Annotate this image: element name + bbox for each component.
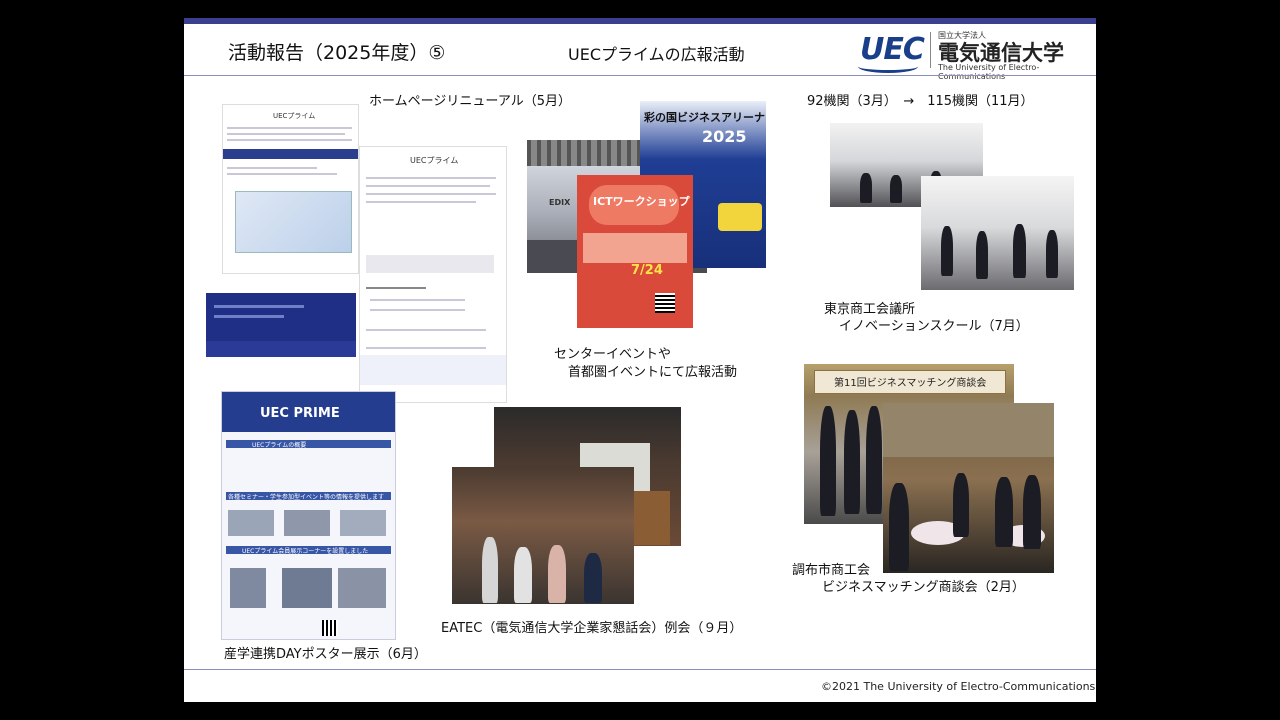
caption-eatec: EATEC（電気通信大学企業家懇話会）例会（９月） <box>441 621 743 636</box>
caption-tokyo-line-2: イノベーションスクール（7月） <box>839 319 1029 334</box>
chofu-banner: 第11回ビジネスマッチング商談会 <box>834 378 987 389</box>
website-title: UECプライム <box>273 112 316 120</box>
logo-english-name: The University of Electro-Communications <box>938 63 1040 81</box>
slide: 活動報告（2025年度）⑤ UECプライムの広報活動 UEC 国立大学法人 電気… <box>184 18 1096 702</box>
logo-divider <box>930 32 931 68</box>
hall-sign: EDIX <box>549 198 571 207</box>
ict-flyer-title: ICTワークショップ <box>593 195 690 208</box>
university-logo: UEC 国立大学法人 電気通信大学 The University of Elec… <box>858 30 1078 81</box>
poster-image: UEC PRIME UECプライムの概要 各種セミナー・学生参加型イベント等の情… <box>221 391 396 640</box>
tokyo-chamber-photo-2 <box>921 176 1074 290</box>
footer-divider <box>184 669 1096 670</box>
caption-event-line-1: センターイベントや <box>554 347 672 362</box>
poster-title: UEC PRIME <box>260 406 340 421</box>
page-subtitle: UECプライムの広報活動 <box>568 45 745 64</box>
arena-flyer-year: 2025 <box>702 127 747 146</box>
arena-flyer-title: 彩の国ビジネスアリーナ <box>644 111 765 124</box>
ict-workshop-flyer: ICTワークショップ 7/24 <box>577 175 693 328</box>
page-title: 活動報告（2025年度）⑤ <box>228 42 446 64</box>
caption-event-line-2: 首都圏イベントにて広報活動 <box>568 365 738 380</box>
caption-poster: 産学連携DAYポスター展示（6月） <box>224 647 427 662</box>
poster-heading-2: 各種セミナー・学生参加型イベント等の情報を提供します <box>228 494 385 501</box>
caption-member-count: 92機関（3月） → 115機関（11月） <box>807 94 1034 109</box>
logo-swoosh-icon <box>858 60 918 73</box>
header-divider <box>184 75 1096 76</box>
slide-top-bar <box>184 18 1096 24</box>
eatec-photo-2 <box>452 467 634 604</box>
website-screenshot-mobile: UECプライム <box>359 146 507 403</box>
footer-copyright: ©2021 The University of Electro-Communic… <box>821 680 1096 693</box>
caption-homepage: ホームページリニューアル（5月） <box>369 94 571 109</box>
chofu-photo-2 <box>883 403 1054 573</box>
website-banner-screenshot <box>206 293 356 357</box>
website-title-2: UECプライム <box>410 156 459 165</box>
website-screenshot-main: UECプライム <box>222 104 359 274</box>
caption-chofu-line-2: ビジネスマッチング商談会（2月） <box>822 580 1025 595</box>
poster-heading-1: UECプライムの概要 <box>252 442 307 449</box>
ict-flyer-date: 7/24 <box>631 263 663 278</box>
poster-heading-3: UECプライム会員展示コーナーを設置しました <box>242 548 369 555</box>
